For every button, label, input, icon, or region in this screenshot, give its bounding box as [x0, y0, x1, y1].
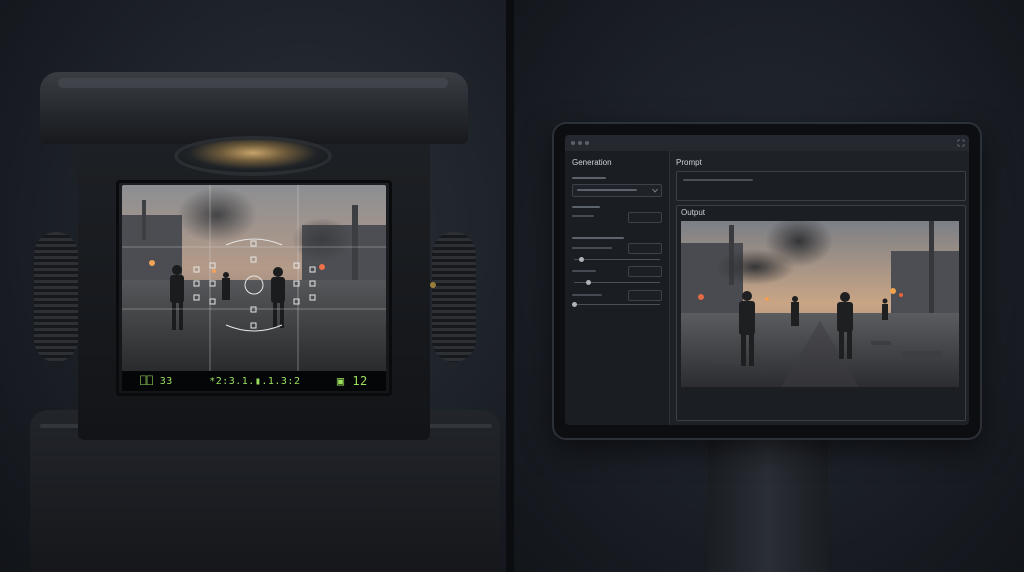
left-dial-knob — [34, 232, 78, 362]
viewfinder-street-scene — [122, 185, 386, 371]
setting-label — [572, 206, 600, 208]
camera-hood-rim — [58, 78, 448, 88]
setting-label — [572, 215, 594, 217]
output-image[interactable] — [681, 221, 959, 387]
output-title: Output — [681, 208, 706, 217]
window-control-dot[interactable] — [571, 141, 575, 145]
camera: ⎕⎕ 33 *2:3.1.▮.1.3:2 ▣ 12 — [0, 0, 508, 572]
generation-sidebar: Generation — [565, 151, 670, 425]
output-street-scene — [681, 221, 959, 387]
window-control-dot[interactable] — [578, 141, 582, 145]
viewfinder-info-bar: ⎕⎕ 33 *2:3.1.▮.1.3:2 ▣ 12 — [122, 371, 386, 391]
tablet-screen: Generation Prompt Output — [565, 135, 969, 425]
setting-input[interactable] — [628, 290, 662, 301]
slider-thumb[interactable] — [572, 302, 577, 307]
setting-label — [572, 177, 606, 179]
expand-icon[interactable] — [957, 139, 965, 147]
setting-label — [572, 237, 624, 239]
slider-track[interactable] — [574, 259, 660, 260]
model-dropdown[interactable] — [572, 184, 662, 197]
setting-input[interactable] — [628, 243, 662, 254]
window-titlebar — [565, 135, 969, 151]
prompt-input[interactable] — [676, 171, 966, 201]
setting-input[interactable] — [628, 266, 662, 277]
prompt-title: Prompt — [676, 158, 702, 167]
slider-thumb[interactable] — [579, 257, 584, 262]
composite-scene: ⎕⎕ 33 *2:3.1.▮.1.3:2 ▣ 12 Generation Pro… — [0, 0, 1024, 572]
prompt-text-placeholder — [683, 179, 753, 181]
dropdown-value — [577, 189, 637, 191]
viewfinder-screen — [122, 185, 386, 371]
setting-input[interactable] — [628, 212, 662, 223]
slider-thumb[interactable] — [586, 280, 591, 285]
setting-label — [572, 270, 596, 272]
viewfinder-readout-right: ▣ 12 — [336, 374, 368, 388]
setting-label — [572, 247, 612, 249]
camera-top-lens — [178, 140, 328, 172]
viewfinder-readout-left: ⎕⎕ 33 — [140, 375, 173, 387]
right-dial-knob — [432, 232, 476, 362]
tablet-stand — [708, 436, 828, 572]
chevron-down-icon — [652, 188, 658, 193]
sidebar-title: Generation — [572, 158, 612, 167]
window-control-dot[interactable] — [585, 141, 589, 145]
viewfinder-readout-mid: *2:3.1.▮.1.3:2 — [209, 375, 301, 387]
knob-indicator-light — [430, 282, 436, 288]
slider-track[interactable] — [574, 304, 660, 305]
setting-label — [572, 294, 602, 296]
